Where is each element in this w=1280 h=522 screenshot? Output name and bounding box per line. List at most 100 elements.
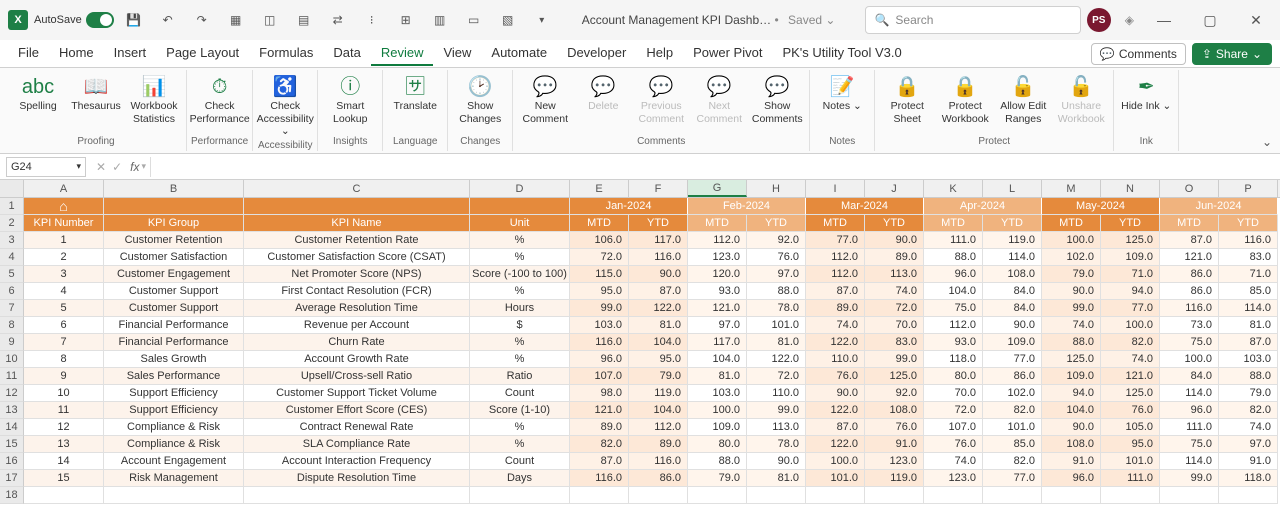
- thesaurus-button[interactable]: 📖Thesaurus: [68, 72, 124, 136]
- data-cell[interactable]: 105.0: [1101, 419, 1160, 436]
- qat-icon-7[interactable]: ▥: [426, 8, 454, 32]
- tab-insert[interactable]: Insert: [104, 41, 157, 66]
- row-header-17[interactable]: 17: [0, 470, 24, 487]
- kpi-group[interactable]: Compliance & Risk: [104, 436, 244, 453]
- hide-ink-button[interactable]: ✒Hide Ink ⌄: [1118, 72, 1174, 136]
- data-cell[interactable]: 96.0: [1042, 470, 1101, 487]
- workbook-stats-button[interactable]: 📊Workbook Statistics: [126, 72, 182, 136]
- tab-page-layout[interactable]: Page Layout: [156, 41, 249, 66]
- kpi-number[interactable]: 9: [24, 368, 104, 385]
- col-header-A[interactable]: A: [24, 180, 104, 197]
- data-cell[interactable]: 88.0: [747, 283, 806, 300]
- data-cell[interactable]: 74.0: [1042, 317, 1101, 334]
- data-cell[interactable]: 77.0: [806, 232, 865, 249]
- kpi-name[interactable]: First Contact Resolution (FCR): [244, 283, 470, 300]
- new-comment-button[interactable]: 💬New Comment: [517, 72, 573, 136]
- data-cell[interactable]: 97.0: [1219, 436, 1278, 453]
- data-cell[interactable]: 71.0: [1101, 266, 1160, 283]
- qat-icon-3[interactable]: ▤: [290, 8, 318, 32]
- data-cell[interactable]: 112.0: [629, 419, 688, 436]
- data-cell[interactable]: 83.0: [1219, 249, 1278, 266]
- data-cell[interactable]: 100.0: [1160, 351, 1219, 368]
- data-cell[interactable]: 119.0: [983, 232, 1042, 249]
- month-header[interactable]: May-2024: [1042, 198, 1160, 215]
- ytd-header[interactable]: YTD: [1219, 215, 1278, 232]
- qat-icon-2[interactable]: ◫: [256, 8, 284, 32]
- month-header[interactable]: Mar-2024: [806, 198, 924, 215]
- blank-header[interactable]: [104, 198, 244, 215]
- data-cell[interactable]: 95.0: [570, 283, 629, 300]
- data-cell[interactable]: 110.0: [806, 351, 865, 368]
- kpi-number[interactable]: 8: [24, 351, 104, 368]
- data-cell[interactable]: 111.0: [1101, 470, 1160, 487]
- col-header-F[interactable]: F: [629, 180, 688, 197]
- tab-automate[interactable]: Automate: [481, 41, 557, 66]
- data-cell[interactable]: 84.0: [983, 300, 1042, 317]
- tab-formulas[interactable]: Formulas: [249, 41, 323, 66]
- data-cell[interactable]: 114.0: [983, 249, 1042, 266]
- col-header-P[interactable]: P: [1219, 180, 1278, 197]
- show-changes-button[interactable]: 🕑Show Changes: [452, 72, 508, 136]
- comments-button[interactable]: 💬 Comments: [1091, 43, 1186, 65]
- data-cell[interactable]: 94.0: [1101, 283, 1160, 300]
- data-cell[interactable]: 112.0: [688, 232, 747, 249]
- ribbon-collapse-icon[interactable]: ⌄: [1262, 135, 1272, 149]
- data-cell[interactable]: 82.0: [983, 453, 1042, 470]
- data-cell[interactable]: 104.0: [924, 283, 983, 300]
- kpi-number[interactable]: 6: [24, 317, 104, 334]
- mtd-header[interactable]: MTD: [570, 215, 629, 232]
- tab-help[interactable]: Help: [636, 41, 683, 66]
- data-cell[interactable]: 76.0: [924, 436, 983, 453]
- kpi-name[interactable]: SLA Compliance Rate: [244, 436, 470, 453]
- data-cell[interactable]: 90.0: [806, 385, 865, 402]
- data-cell[interactable]: 74.0: [865, 283, 924, 300]
- data-cell[interactable]: 102.0: [1042, 249, 1101, 266]
- kpi-number[interactable]: 4: [24, 283, 104, 300]
- col-header-O[interactable]: O: [1160, 180, 1219, 197]
- data-cell[interactable]: 119.0: [865, 470, 924, 487]
- data-cell[interactable]: 89.0: [629, 436, 688, 453]
- data-cell[interactable]: 99.0: [1160, 470, 1219, 487]
- data-cell[interactable]: 114.0: [1160, 385, 1219, 402]
- cancel-formula-icon[interactable]: ✕: [96, 160, 106, 174]
- row-header-12[interactable]: 12: [0, 385, 24, 402]
- tab-power-pivot[interactable]: Power Pivot: [683, 41, 772, 66]
- close-button[interactable]: ✕: [1240, 4, 1272, 36]
- mtd-header[interactable]: MTD: [924, 215, 983, 232]
- data-cell[interactable]: 73.0: [1160, 317, 1219, 334]
- column-header[interactable]: KPI Group: [104, 215, 244, 232]
- data-cell[interactable]: 108.0: [1042, 436, 1101, 453]
- col-header-L[interactable]: L: [983, 180, 1042, 197]
- data-cell[interactable]: 112.0: [806, 266, 865, 283]
- data-cell[interactable]: 115.0: [570, 266, 629, 283]
- data-cell[interactable]: 72.0: [865, 300, 924, 317]
- empty-cell[interactable]: [244, 487, 470, 504]
- data-cell[interactable]: 81.0: [688, 368, 747, 385]
- data-cell[interactable]: 109.0: [1042, 368, 1101, 385]
- data-cell[interactable]: 78.0: [747, 300, 806, 317]
- kpi-group[interactable]: Sales Performance: [104, 368, 244, 385]
- data-cell[interactable]: 109.0: [688, 419, 747, 436]
- empty-cell[interactable]: [570, 487, 629, 504]
- name-box[interactable]: G24▾: [6, 157, 86, 177]
- data-cell[interactable]: 84.0: [1160, 368, 1219, 385]
- data-cell[interactable]: 120.0: [688, 266, 747, 283]
- kpi-name[interactable]: Contract Renewal Rate: [244, 419, 470, 436]
- data-cell[interactable]: 76.0: [865, 419, 924, 436]
- share-button[interactable]: ⇪ Share ⌄: [1192, 43, 1272, 65]
- col-header-H[interactable]: H: [747, 180, 806, 197]
- kpi-unit[interactable]: Score (-100 to 100): [470, 266, 570, 283]
- data-cell[interactable]: 86.0: [1160, 266, 1219, 283]
- data-cell[interactable]: 74.0: [1101, 351, 1160, 368]
- kpi-unit[interactable]: %: [470, 334, 570, 351]
- data-cell[interactable]: 79.0: [688, 470, 747, 487]
- redo-icon[interactable]: ↷: [188, 8, 216, 32]
- kpi-number[interactable]: 14: [24, 453, 104, 470]
- data-cell[interactable]: 114.0: [1160, 453, 1219, 470]
- protect-sheet-button[interactable]: 🔒Protect Sheet: [879, 72, 935, 136]
- ytd-header[interactable]: YTD: [747, 215, 806, 232]
- data-cell[interactable]: 90.0: [865, 232, 924, 249]
- kpi-name[interactable]: Churn Rate: [244, 334, 470, 351]
- home-icon[interactable]: ⌂: [28, 198, 99, 214]
- empty-cell[interactable]: [470, 487, 570, 504]
